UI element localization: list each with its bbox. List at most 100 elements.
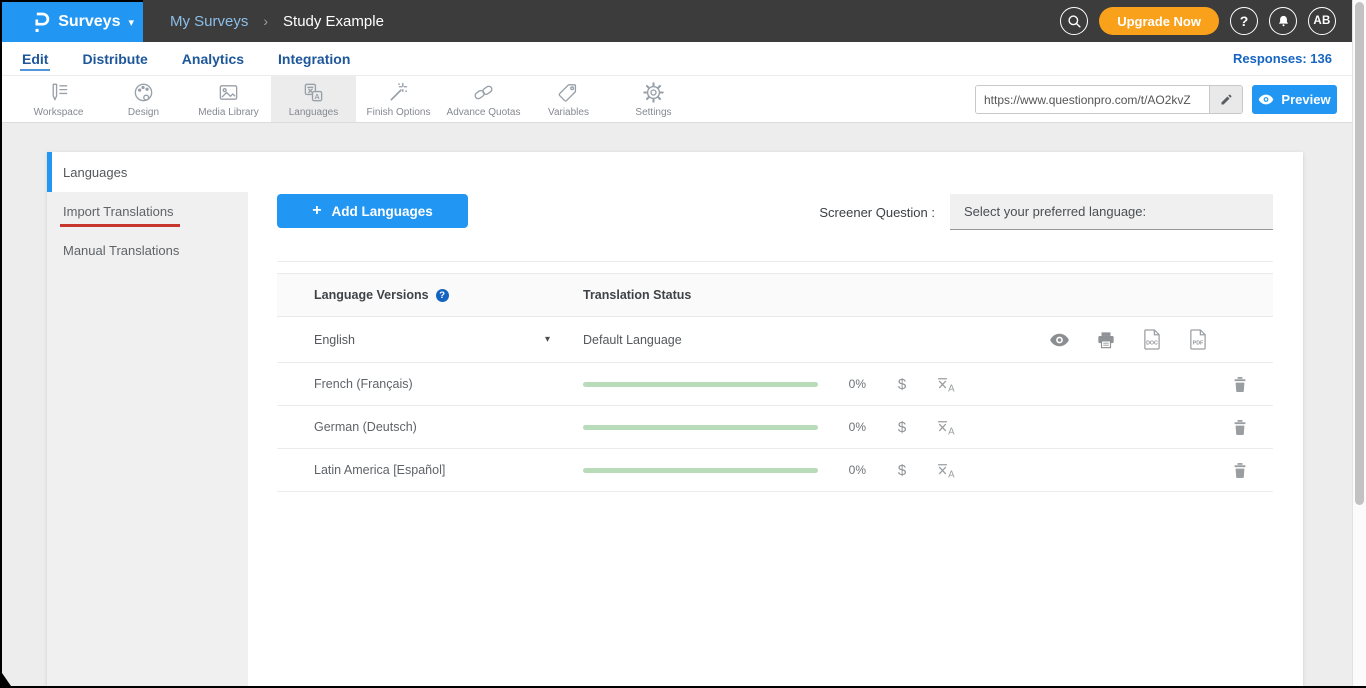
brand-frame: Surveys ▾ xyxy=(2,0,143,42)
svg-text:DOC: DOC xyxy=(1146,341,1158,347)
topbar-actions: Upgrade Now ? AB xyxy=(1060,0,1366,42)
edit-toolbar: Workspace Design Media Library xyxy=(2,76,1366,123)
tab-integration[interactable]: Integration xyxy=(276,42,352,75)
toolbar-item-variables[interactable]: Variables xyxy=(526,76,611,122)
progress-percent: 0% xyxy=(844,463,866,477)
brand-label: Surveys xyxy=(58,13,120,31)
bell-icon xyxy=(1276,13,1291,29)
print-icon[interactable] xyxy=(1097,331,1115,349)
translate-languages-icon: A xyxy=(302,81,325,104)
avatar[interactable]: AB xyxy=(1308,7,1336,35)
export-actions: DOC PDF xyxy=(1049,329,1207,350)
toolbar-item-workspace[interactable]: Workspace xyxy=(16,76,101,122)
tag-icon xyxy=(557,81,580,104)
chevron-down-icon: ▾ xyxy=(128,16,134,29)
add-languages-button[interactable]: + Add Languages xyxy=(277,194,468,228)
tab-distribute[interactable]: Distribute xyxy=(80,42,149,75)
preview-button[interactable]: Preview xyxy=(1252,85,1337,114)
breadcrumb-my-surveys[interactable]: My Surveys xyxy=(170,13,248,30)
responses-count[interactable]: Responses: 136 xyxy=(1233,42,1366,75)
svg-text:PDF: PDF xyxy=(1193,341,1204,347)
screener-question-select[interactable]: Select your preferred language: xyxy=(950,194,1273,230)
paid-translation-icon[interactable]: $ xyxy=(893,462,911,479)
table-row-default-language: English ▾ Default Language xyxy=(277,317,1273,363)
sidebar-item-manual-translations[interactable]: Manual Translations xyxy=(47,231,248,270)
svg-text:A: A xyxy=(314,92,319,100)
progress-percent: 0% xyxy=(844,377,866,391)
progress-percent: 0% xyxy=(844,420,866,434)
languages-panel: Languages Import Translations Manual Tra… xyxy=(47,152,1303,686)
help-button[interactable]: ? xyxy=(1230,7,1258,35)
svg-text:A: A xyxy=(948,469,955,480)
toolbar-item-media-library[interactable]: Media Library xyxy=(186,76,271,122)
help-circle-icon[interactable]: ? xyxy=(436,289,449,302)
survey-url-input[interactable] xyxy=(976,86,1209,113)
trash-icon[interactable] xyxy=(1233,462,1247,479)
table-row-latin-america: Latin America [Español] 0% $ A xyxy=(277,449,1273,492)
search-button[interactable] xyxy=(1060,7,1088,35)
edit-url-button[interactable] xyxy=(1209,86,1242,113)
paid-translation-icon[interactable]: $ xyxy=(893,419,911,436)
table-row-french: French (Français) 0% $ A xyxy=(277,363,1273,406)
scrollbar-thumb[interactable] xyxy=(1355,2,1364,505)
translation-progress-bar xyxy=(583,425,818,430)
question-mark-icon: ? xyxy=(1240,13,1249,29)
toolbar-item-advance-quotas[interactable]: Advance Quotas xyxy=(441,76,526,122)
trash-icon[interactable] xyxy=(1233,419,1247,436)
export-doc-icon[interactable]: DOC xyxy=(1142,329,1161,350)
languages-main: + Add Languages Screener Question : Sele… xyxy=(248,152,1303,686)
topbar: Surveys ▾ My Surveys › Study Example Upg… xyxy=(2,0,1366,42)
image-icon xyxy=(217,81,240,104)
svg-text:A: A xyxy=(948,383,955,394)
table-row-german: German (Deutsch) 0% $ A xyxy=(277,406,1273,449)
gear-icon xyxy=(642,81,665,104)
paid-translation-icon[interactable]: $ xyxy=(893,376,911,393)
eye-icon xyxy=(1258,94,1274,105)
svg-text:A: A xyxy=(948,426,955,437)
toolbar-item-settings[interactable]: Settings xyxy=(611,76,696,122)
breadcrumb: My Surveys › Study Example xyxy=(170,0,384,42)
screener-question-label: Screener Question : xyxy=(819,205,935,220)
workspace-icon xyxy=(47,81,70,104)
col-language-versions: Language Versions xyxy=(314,288,429,302)
palette-icon xyxy=(132,81,155,104)
surveys-menu[interactable]: Surveys ▾ xyxy=(2,2,143,42)
trash-icon[interactable] xyxy=(1233,376,1247,393)
survey-section-tabs: Edit Distribute Analytics Integration Re… xyxy=(2,42,1366,76)
toolbar-item-finish-options[interactable]: Finish Options xyxy=(356,76,441,122)
browser-scrollbar xyxy=(1352,0,1366,686)
default-language-dropdown[interactable]: English ▾ xyxy=(277,333,583,347)
toolbar-item-languages[interactable]: A Languages xyxy=(271,76,356,122)
questionpro-app: Surveys ▾ My Surveys › Study Example Upg… xyxy=(0,0,1366,688)
translation-progress-bar xyxy=(583,382,818,387)
magic-wand-icon xyxy=(387,81,410,104)
breadcrumb-separator-icon: › xyxy=(263,13,268,29)
translation-progress-bar xyxy=(583,468,818,473)
plus-icon: + xyxy=(312,202,321,220)
translate-icon[interactable]: A xyxy=(935,417,958,438)
translate-icon[interactable]: A xyxy=(935,460,958,481)
content-area: Languages Import Translations Manual Tra… xyxy=(2,123,1366,686)
export-pdf-icon[interactable]: PDF xyxy=(1188,329,1207,350)
default-language-status: Default Language xyxy=(583,333,682,347)
translate-icon[interactable]: A xyxy=(935,374,958,395)
chevron-down-icon: ▾ xyxy=(545,334,550,345)
sidebar-item-languages[interactable]: Languages xyxy=(47,152,248,192)
screener-question: Screener Question : Select your preferre… xyxy=(819,194,1273,230)
tab-edit[interactable]: Edit xyxy=(20,42,50,75)
col-translation-status: Translation Status xyxy=(583,288,691,302)
search-icon xyxy=(1066,13,1083,30)
chain-link-icon xyxy=(472,81,495,104)
languages-actions-row: + Add Languages Screener Question : Sele… xyxy=(277,152,1273,262)
toolbar-item-design[interactable]: Design xyxy=(101,76,186,122)
sidebar-item-import-translations[interactable]: Import Translations xyxy=(47,192,248,231)
tab-analytics[interactable]: Analytics xyxy=(180,42,246,75)
upgrade-now-button[interactable]: Upgrade Now xyxy=(1099,7,1219,35)
eye-icon[interactable] xyxy=(1049,333,1070,347)
languages-sidebar: Languages Import Translations Manual Tra… xyxy=(47,152,248,686)
survey-url-box xyxy=(975,85,1243,114)
language-versions-table: Language Versions ? Translation Status E… xyxy=(277,273,1273,492)
breadcrumb-current-survey: Study Example xyxy=(283,13,384,30)
table-header-row: Language Versions ? Translation Status xyxy=(277,273,1273,317)
notifications-button[interactable] xyxy=(1269,7,1297,35)
